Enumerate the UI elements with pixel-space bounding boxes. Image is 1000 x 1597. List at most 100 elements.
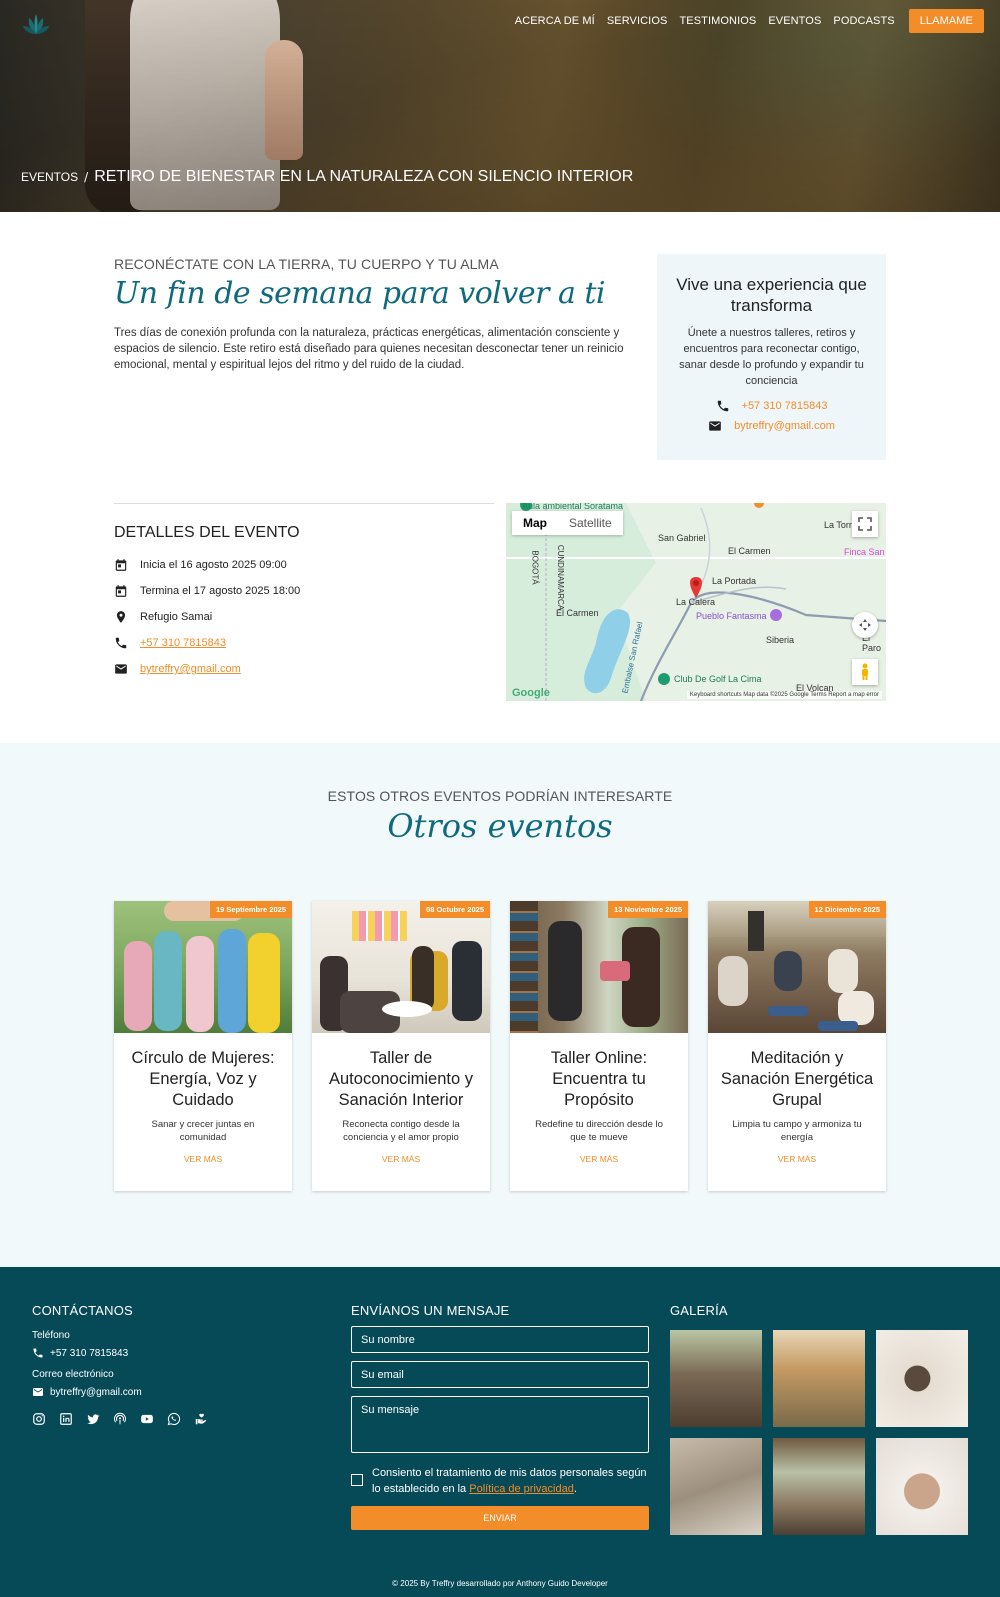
- calendar-icon: [115, 585, 127, 597]
- whatsapp-icon[interactable]: [167, 1412, 181, 1426]
- experience-cta-box: Vive una experiencia que transforma Únet…: [657, 254, 886, 460]
- gallery-image[interactable]: [773, 1330, 865, 1427]
- event-map[interactable]: Map Satellite Aula ambiental Soratama Sa…: [506, 503, 886, 701]
- map-label: El Carmen: [728, 546, 771, 556]
- detail-email: bytreffry@gmail.com: [114, 662, 494, 676]
- detail-place: Refugio Samai: [114, 610, 494, 624]
- name-input[interactable]: Su nombre: [351, 1326, 649, 1353]
- instagram-icon[interactable]: [32, 1412, 46, 1426]
- mail-icon: [115, 664, 127, 674]
- footer-phone-label: Teléfono: [32, 1330, 70, 1341]
- twitter-icon[interactable]: [86, 1412, 100, 1426]
- footer-contact-title: CONTÁCTANOS: [32, 1303, 133, 1318]
- map-rotate-button[interactable]: [852, 612, 878, 638]
- consent-checkbox[interactable]: [351, 1474, 363, 1486]
- breadcrumb: EVENTOS / RETIRO DE BIENESTAR EN LA NATU…: [21, 168, 633, 186]
- cta-box-text: Únete a nuestros talleres, retiros y enc…: [679, 327, 864, 387]
- mail-icon: [709, 421, 721, 431]
- hand-heart-icon[interactable]: [194, 1412, 208, 1426]
- detail-phone-link[interactable]: +57 310 7815843: [140, 637, 226, 649]
- privacy-consent: Consiento el tratamiento de mis datos pe…: [351, 1465, 649, 1497]
- event-card[interactable]: 08 Octubre 2025 Taller de Autoconocimien…: [312, 901, 490, 1191]
- detail-email-link[interactable]: bytreffry@gmail.com: [140, 663, 241, 675]
- main-nav: ACERCA DE MÍ SERVICIOS TESTIMONIOS EVENT…: [515, 9, 984, 33]
- map-tab-map[interactable]: Map: [512, 511, 558, 535]
- page-title: RETIRO DE BIENESTAR EN LA NATURALEZA CON…: [94, 168, 634, 185]
- event-card[interactable]: 19 Septiembre 2025 Círculo de Mujeres: E…: [114, 901, 292, 1191]
- event-details: DETALLES DEL EVENTO Inicia el 16 agosto …: [114, 503, 494, 676]
- footer-email-text: bytreffry@gmail.com: [50, 1386, 142, 1398]
- event-card-more-link[interactable]: VER MÁS: [580, 1154, 618, 1164]
- map-label: Finca San: [844, 547, 885, 557]
- breadcrumb-eventos-link[interactable]: EVENTOS: [21, 170, 78, 184]
- event-date-badge: 08 Octubre 2025: [420, 901, 490, 918]
- footer-email[interactable]: bytreffry@gmail.com: [32, 1386, 312, 1398]
- event-card[interactable]: 12 Diciembre 2025 Meditación y Sanación …: [708, 901, 886, 1191]
- map-type-tabs: Map Satellite: [512, 511, 623, 535]
- call-me-button[interactable]: LLAMAME: [908, 9, 984, 33]
- detail-place-text: Refugio Samai: [140, 611, 213, 623]
- map-fullscreen-button[interactable]: [852, 511, 878, 537]
- event-card-title[interactable]: Meditación y Sanación Energética Grupal: [716, 1048, 878, 1111]
- social-links: [32, 1412, 312, 1426]
- event-date-badge: 13 Noviembre 2025: [608, 901, 688, 918]
- email-input[interactable]: Su email: [351, 1361, 649, 1388]
- gallery-image[interactable]: [670, 1438, 762, 1535]
- footer-phone[interactable]: +57 310 7815843: [32, 1347, 312, 1359]
- consent-end: .: [573, 1483, 577, 1495]
- podcast-icon[interactable]: [113, 1412, 127, 1426]
- linkedin-icon[interactable]: [59, 1412, 73, 1426]
- detail-end: Termina el 17 agosto 2025 18:00: [114, 584, 494, 598]
- nav-podcasts[interactable]: PODCASTS: [833, 15, 894, 27]
- footer-email-label: Correo electrónico: [32, 1369, 114, 1380]
- map-attribution[interactable]: Keyboard shortcuts Map data ©2025 Google…: [686, 691, 882, 699]
- map-label: Aula ambiental Soratama: [522, 503, 624, 511]
- gallery-grid: [670, 1330, 970, 1535]
- footer-contact: CONTÁCTANOS Teléfono +57 310 7815843 Cor…: [32, 1303, 312, 1426]
- lotus-logo-icon[interactable]: [20, 8, 52, 40]
- nav-eventos[interactable]: EVENTOS: [768, 15, 821, 27]
- nav-acerca[interactable]: ACERCA DE MÍ: [515, 15, 595, 27]
- event-card[interactable]: 13 Noviembre 2025 Taller Online: Encuent…: [510, 901, 688, 1191]
- map-tab-satellite[interactable]: Satellite: [558, 511, 623, 535]
- event-intro: RECONÉCTATE CON LA TIERRA, TU CUERPO Y T…: [114, 256, 634, 373]
- details-title: DETALLES DEL EVENTO: [114, 524, 300, 541]
- event-card-title[interactable]: Taller Online: Encuentra tu Propósito: [518, 1048, 680, 1111]
- footer-contact-form: ENVÍANOS UN MENSAJE Su nombre Su email S…: [351, 1303, 649, 1530]
- event-card-title[interactable]: Círculo de Mujeres: Energía, Voz y Cuida…: [122, 1048, 284, 1111]
- event-card-more-link[interactable]: VER MÁS: [184, 1154, 222, 1164]
- consent-label: Consiento el tratamiento de mis datos pe…: [372, 1465, 649, 1497]
- footer-form-title: ENVÍANOS UN MENSAJE: [351, 1303, 510, 1318]
- event-card-text: Sanar y crecer juntas en comunidad: [151, 1119, 255, 1143]
- map-label: La Portada: [712, 576, 757, 586]
- mail-icon: [33, 1388, 43, 1396]
- map-streetview-button[interactable]: [852, 659, 878, 685]
- map-label: BOGOTÁ: [530, 550, 540, 585]
- event-date-badge: 12 Diciembre 2025: [808, 901, 886, 918]
- gallery-image[interactable]: [876, 1330, 968, 1427]
- cta-box-phone[interactable]: +57 310 7815843: [675, 399, 868, 413]
- intro-headline: Un fin de semana para volver a ti: [114, 276, 606, 311]
- gallery-image[interactable]: [773, 1438, 865, 1535]
- other-events-kicker: ESTOS OTROS EVENTOS PODRÍAN INTERESARTE: [327, 788, 673, 804]
- map-label: La Calera: [676, 597, 716, 607]
- event-card-text: Redefine tu dirección desde lo que te mu…: [535, 1119, 663, 1143]
- cta-box-email[interactable]: bytreffry@gmail.com: [675, 419, 868, 433]
- other-events-title: Otros eventos: [387, 807, 613, 845]
- event-card-image: 12 Diciembre 2025: [708, 901, 886, 1033]
- gallery-image[interactable]: [876, 1438, 968, 1535]
- message-textarea[interactable]: Su mensaje: [351, 1396, 649, 1453]
- youtube-icon[interactable]: [140, 1412, 154, 1426]
- nav-servicios[interactable]: SERVICIOS: [607, 15, 668, 27]
- event-card-more-link[interactable]: VER MÁS: [778, 1154, 816, 1164]
- site-footer: CONTÁCTANOS Teléfono +57 310 7815843 Cor…: [0, 1267, 1000, 1597]
- event-card-more-link[interactable]: VER MÁS: [382, 1154, 420, 1164]
- privacy-policy-link[interactable]: Política de privacidad: [469, 1483, 574, 1495]
- send-button[interactable]: ENVIAR: [351, 1506, 649, 1530]
- footer-phone-text: +57 310 7815843: [50, 1347, 129, 1359]
- gallery-image[interactable]: [670, 1330, 762, 1427]
- nav-testimonios[interactable]: TESTIMONIOS: [679, 15, 756, 27]
- event-card-title[interactable]: Taller de Autoconocimiento y Sanación In…: [320, 1048, 482, 1111]
- event-card-text: Limpia tu campo y armoniza tu energía: [732, 1119, 862, 1143]
- location-pin-icon: [116, 611, 126, 623]
